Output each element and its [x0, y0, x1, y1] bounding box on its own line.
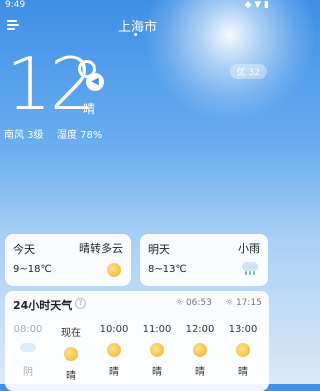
current-condition: 晴: [83, 102, 96, 116]
speaker-icon[interactable]: ◀: [86, 73, 104, 91]
current-temperature: 12: [6, 42, 96, 126]
hour-weather: 晴: [152, 367, 162, 378]
hour-weather: 阴: [23, 367, 33, 378]
hour-time: 现在: [61, 328, 81, 339]
hour-weather: 晴: [195, 367, 205, 378]
status-time: 9:49: [5, 0, 26, 10]
sun-icon: [150, 343, 164, 357]
status-icons: ◆ ▼ ▮: [244, 0, 269, 10]
wind-info: 南风 3级: [4, 130, 44, 141]
sunrise-value: 06:53: [185, 298, 212, 308]
hour-weather: 晴: [109, 367, 119, 378]
hour-time: 12:00: [185, 324, 215, 335]
hour-weather: 晴: [238, 367, 248, 378]
hour-weather: 晴: [66, 371, 76, 382]
sun-icon: [193, 343, 207, 357]
hour-item[interactable]: 13:00 晴: [224, 324, 262, 378]
sunrise-time: ☼ 06:53: [175, 298, 212, 308]
light-rain-icon: [242, 262, 258, 275]
today-range: 9~18℃: [13, 264, 52, 275]
sunset-time: ☼ 17:15: [225, 298, 262, 308]
sun-icon: [107, 343, 121, 357]
top-bar: 上海市: [0, 14, 275, 36]
today-label: 今天: [13, 243, 35, 256]
today-card[interactable]: 今天 晴转多云 9~18℃: [5, 234, 131, 286]
hour-item[interactable]: 现在 晴: [52, 324, 90, 382]
hourly-forecast-card: 24小时天气 ? ☼ 06:53 ☼ 17:15 08:00 阴 现在 晴 10…: [5, 291, 269, 391]
city-name[interactable]: 上海市: [0, 16, 275, 35]
tomorrow-desc: 小雨: [238, 242, 260, 255]
sun-icon: [107, 263, 121, 277]
humidity-info: 湿度 78%: [57, 130, 103, 141]
status-bar: 9:49 ◆ ▼ ▮: [0, 0, 275, 12]
today-desc: 晴转多云: [79, 242, 123, 255]
hour-item[interactable]: 08:00 阴: [9, 324, 47, 378]
page-indicator-dot: [134, 33, 137, 36]
aqi-badge[interactable]: 优 32: [229, 64, 267, 79]
hour-time: 11:00: [142, 324, 172, 335]
hour-item[interactable]: 12:00 晴: [181, 324, 219, 378]
sun-icon: [236, 343, 250, 357]
tomorrow-card[interactable]: 明天 小雨 8~13℃: [140, 234, 268, 286]
overcast-icon: [20, 343, 36, 356]
hour-item[interactable]: 10:00 晴: [95, 324, 133, 378]
tomorrow-range: 8~13℃: [148, 264, 187, 275]
help-icon[interactable]: ?: [75, 298, 86, 309]
sun-icon: [64, 347, 78, 361]
hour-time: 10:00: [99, 324, 129, 335]
hour-time: 08:00: [13, 324, 43, 335]
hour-time: 13:00: [228, 324, 258, 335]
sunset-value: 17:15: [235, 298, 262, 308]
hour-item[interactable]: 11:00 晴: [138, 324, 176, 378]
hourly-title: 24小时天气: [13, 299, 73, 312]
tomorrow-label: 明天: [148, 243, 170, 256]
